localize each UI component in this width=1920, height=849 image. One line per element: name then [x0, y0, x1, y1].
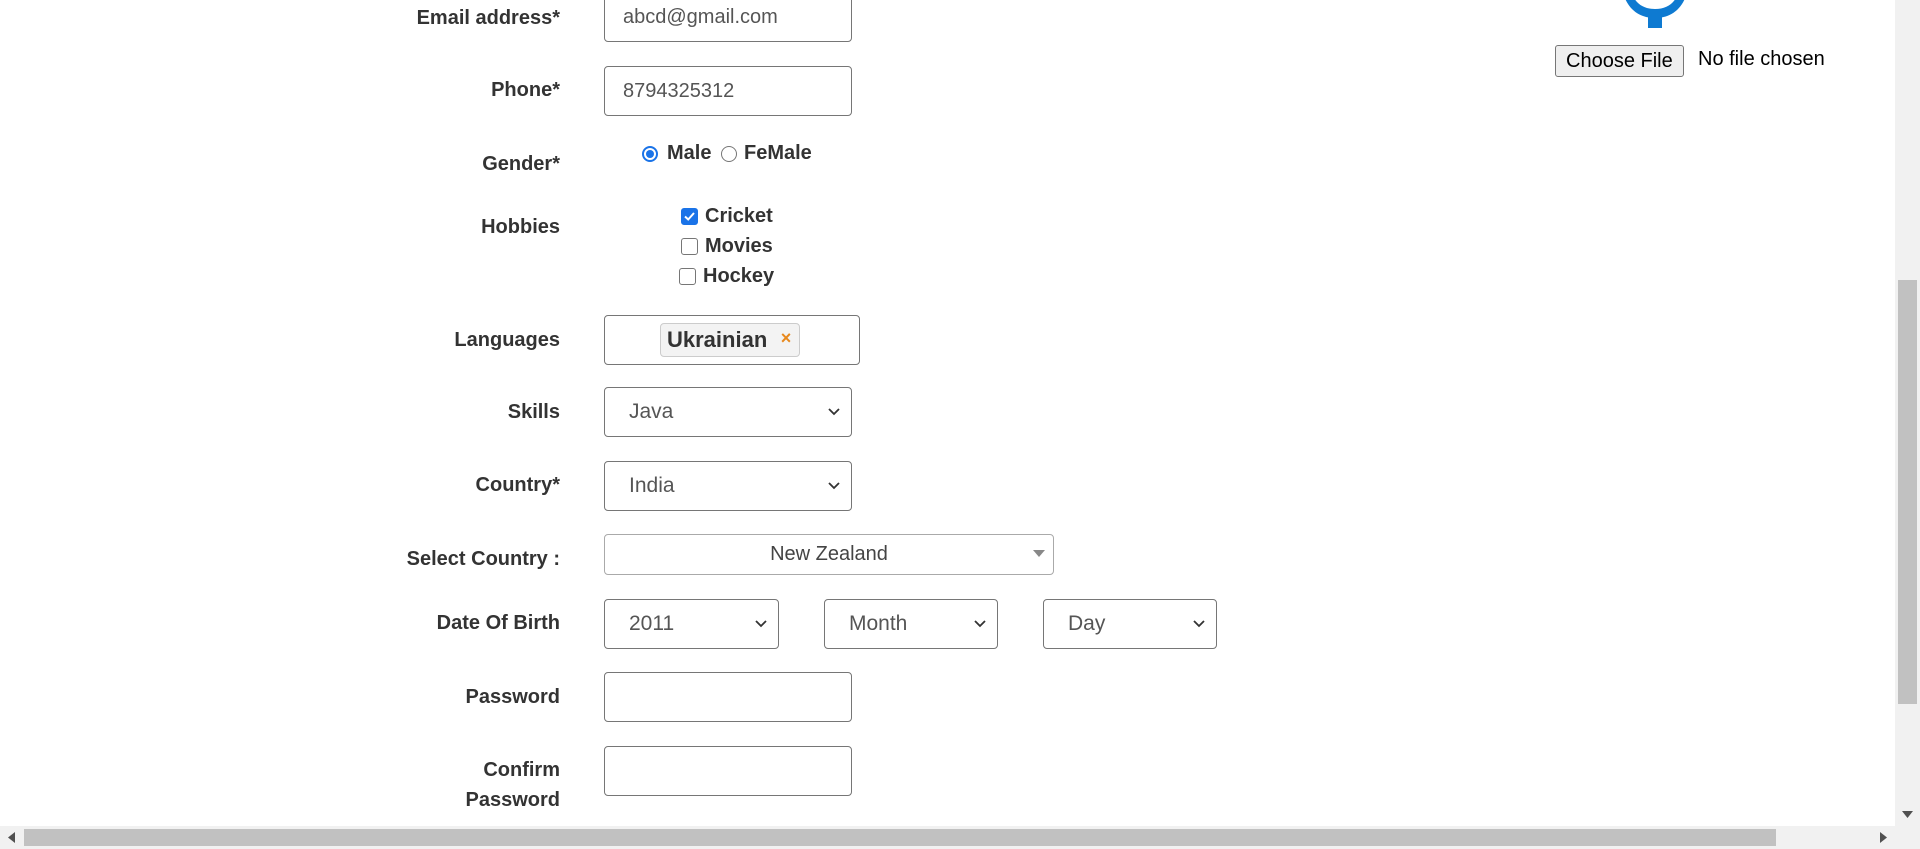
- scroll-left-icon[interactable]: [8, 832, 15, 843]
- hobby-hockey-checkbox[interactable]: [679, 268, 696, 285]
- country-label: Country*: [475, 474, 560, 496]
- hobbies-label: Hobbies: [481, 216, 560, 238]
- hobby-hockey-label: Hockey: [703, 265, 775, 287]
- chevron-down-icon: [755, 620, 767, 628]
- phone-field[interactable]: [604, 66, 852, 116]
- hobby-cricket-checkbox[interactable]: [681, 208, 698, 225]
- password-label: Password: [465, 686, 560, 708]
- file-status-text: No file chosen: [1698, 48, 1825, 70]
- skills-label: Skills: [507, 401, 560, 423]
- caret-down-icon: [1033, 550, 1045, 557]
- gender-label: Gender*: [482, 153, 560, 175]
- gender-female-radio[interactable]: [721, 146, 737, 162]
- gender-female-label: FeMale: [744, 142, 812, 164]
- dob-month-select[interactable]: Month: [824, 599, 998, 649]
- dob-year-select[interactable]: 2011: [604, 599, 779, 649]
- country-select[interactable]: India: [604, 461, 852, 511]
- gear-icon: [1625, 0, 1685, 28]
- phone-label: Phone*: [491, 79, 560, 101]
- confirm-password-label-line2: Password: [465, 789, 560, 811]
- select-country-value: New Zealand: [770, 543, 888, 565]
- chevron-down-icon: [828, 408, 840, 416]
- languages-label: Languages: [454, 329, 560, 351]
- horizontal-scrollbar-thumb[interactable]: [24, 829, 1776, 846]
- select-country-label: Select Country :: [406, 548, 560, 570]
- language-chip-label: Ukrainian: [667, 327, 768, 352]
- confirm-password-label-line1: Confirm: [483, 759, 560, 781]
- dob-label: Date Of Birth: [436, 612, 560, 634]
- email-label: Email address*: [416, 7, 560, 29]
- skills-select[interactable]: Java: [604, 387, 852, 437]
- chevron-down-icon: [1193, 620, 1205, 628]
- country-selected-value: India: [629, 474, 675, 497]
- language-chip-ukrainian: Ukrainian ×: [660, 322, 801, 357]
- dob-month-value: Month: [849, 612, 908, 635]
- chevron-down-icon: [828, 482, 840, 490]
- dob-day-select[interactable]: Day: [1043, 599, 1217, 649]
- dob-day-value: Day: [1068, 612, 1106, 635]
- hobby-cricket-label: Cricket: [705, 205, 773, 227]
- email-field[interactable]: [604, 0, 852, 42]
- scroll-right-icon[interactable]: [1880, 832, 1887, 843]
- check-icon: [684, 212, 695, 221]
- gender-male-radio[interactable]: [642, 146, 658, 162]
- hobby-movies-checkbox[interactable]: [681, 238, 698, 255]
- remove-chip-icon[interactable]: ×: [781, 322, 792, 354]
- choose-file-button[interactable]: Choose File: [1555, 45, 1684, 77]
- horizontal-scrollbar[interactable]: [0, 826, 1920, 849]
- dob-year-value: 2011: [629, 612, 675, 635]
- hobby-movies-label: Movies: [705, 235, 773, 257]
- vertical-scrollbar-thumb[interactable]: [1898, 280, 1917, 704]
- confirm-password-field[interactable]: [604, 746, 852, 796]
- confirm-password-label: Confirm Password: [140, 755, 560, 815]
- chevron-down-icon: [974, 620, 986, 628]
- scroll-down-icon[interactable]: [1902, 811, 1913, 818]
- vertical-scrollbar[interactable]: [1895, 0, 1920, 826]
- select-country-dropdown[interactable]: New Zealand: [604, 534, 1054, 575]
- registration-form-page: Email address* Phone* Gender* Male FeMal…: [0, 0, 1895, 826]
- skills-selected-value: Java: [629, 400, 674, 423]
- password-field[interactable]: [604, 672, 852, 722]
- gender-male-label: Male: [667, 142, 712, 164]
